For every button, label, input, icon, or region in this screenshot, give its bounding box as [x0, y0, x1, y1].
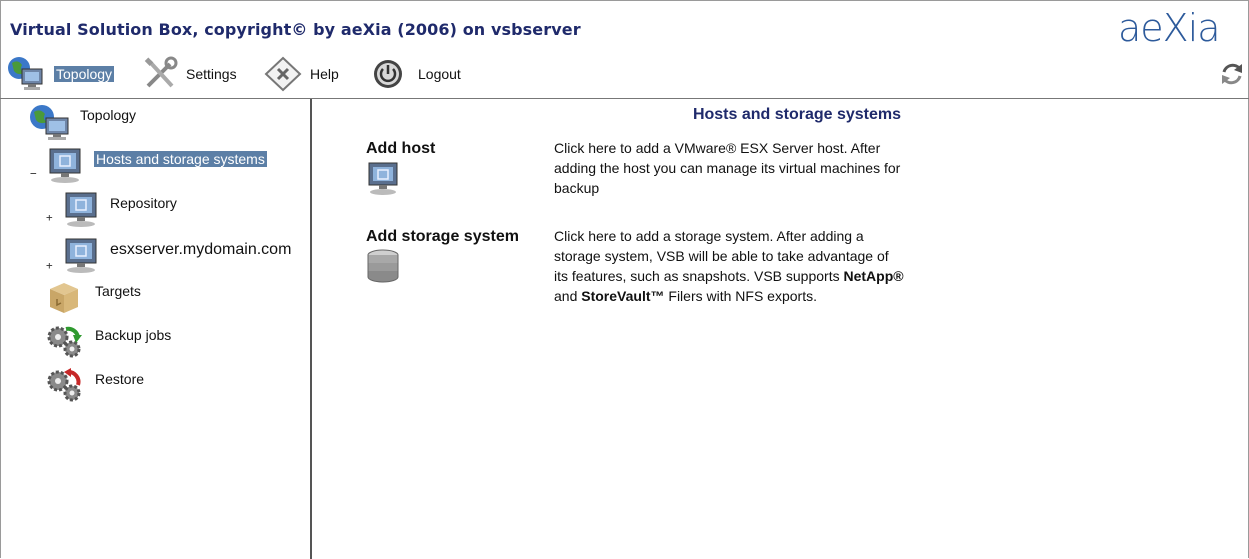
monitor-icon: [65, 238, 97, 273]
add-host-description: Click here to add a VMware® ESX Server h…: [554, 140, 901, 196]
add-storage-description: Click here to add a storage system. Afte…: [554, 228, 904, 304]
globe-monitor-icon: [30, 105, 69, 140]
panel-divider[interactable]: [310, 99, 312, 559]
tree-label-repository: Repository: [110, 195, 177, 211]
power-icon: [374, 60, 402, 88]
globe-monitor-icon: [8, 57, 43, 90]
netapp-brand: NetApp®: [843, 268, 904, 284]
tree-item-hosts[interactable]: Hosts and storage systems: [46, 147, 267, 185]
tree-item-targets[interactable]: Targets: [46, 279, 141, 315]
tree-item-esxserver[interactable]: esxserver.mydomain.com: [62, 237, 291, 275]
tree-label-hosts: Hosts and storage systems: [94, 151, 267, 167]
app-title: Virtual Solution Box, copyright© by aeXi…: [10, 20, 581, 39]
tree-item-topology[interactable]: Topology: [28, 103, 136, 143]
add-host-link[interactable]: Add host: [366, 140, 435, 158]
hosts-collapse-toggle[interactable]: −: [30, 167, 37, 180]
help-label: Help: [310, 66, 339, 82]
help-button[interactable]: Help: [264, 55, 339, 93]
add-storage-link[interactable]: Add storage system: [366, 228, 519, 246]
monitor-icon: [65, 192, 97, 227]
logout-button[interactable]: Logout: [372, 55, 461, 93]
monitor-icon: [49, 148, 81, 183]
logout-label: Logout: [418, 66, 461, 82]
gears-green-arrow-icon: [47, 326, 82, 358]
tree-label-topology: Topology: [80, 107, 137, 123]
navigation-tree: Topology − Hosts and storage systems + R…: [0, 99, 310, 559]
tools-icon: [144, 56, 178, 88]
refresh-icon[interactable]: [1218, 60, 1246, 88]
settings-button[interactable]: Settings: [142, 55, 237, 93]
tree-label-targets: Targets: [95, 283, 141, 299]
tree-item-backup-jobs[interactable]: Backup jobs: [46, 323, 171, 359]
tree-label-backup-jobs: Backup jobs: [95, 327, 172, 343]
database-icon[interactable]: [366, 248, 402, 284]
tree-label-esxserver: esxserver.mydomain.com: [110, 241, 292, 258]
esxserver-expand-toggle[interactable]: +: [46, 259, 53, 272]
topology-label: Topology: [54, 66, 115, 82]
tree-label-restore: Restore: [95, 371, 145, 387]
storevault-brand: StoreVault™: [581, 288, 665, 304]
box-icon: [50, 283, 78, 313]
help-diamond-icon: [264, 56, 302, 92]
repository-expand-toggle[interactable]: +: [46, 211, 53, 224]
page-title: Hosts and storage systems: [692, 106, 902, 123]
topology-button[interactable]: Topology: [6, 55, 115, 93]
tree-item-restore[interactable]: Restore: [46, 367, 144, 403]
settings-label: Settings: [186, 66, 237, 82]
tree-item-repository[interactable]: Repository: [62, 191, 177, 229]
aexia-logo: aeXia: [1118, 6, 1221, 50]
gears-red-arrow-icon: [47, 368, 81, 402]
monitor-icon[interactable]: [366, 162, 402, 196]
